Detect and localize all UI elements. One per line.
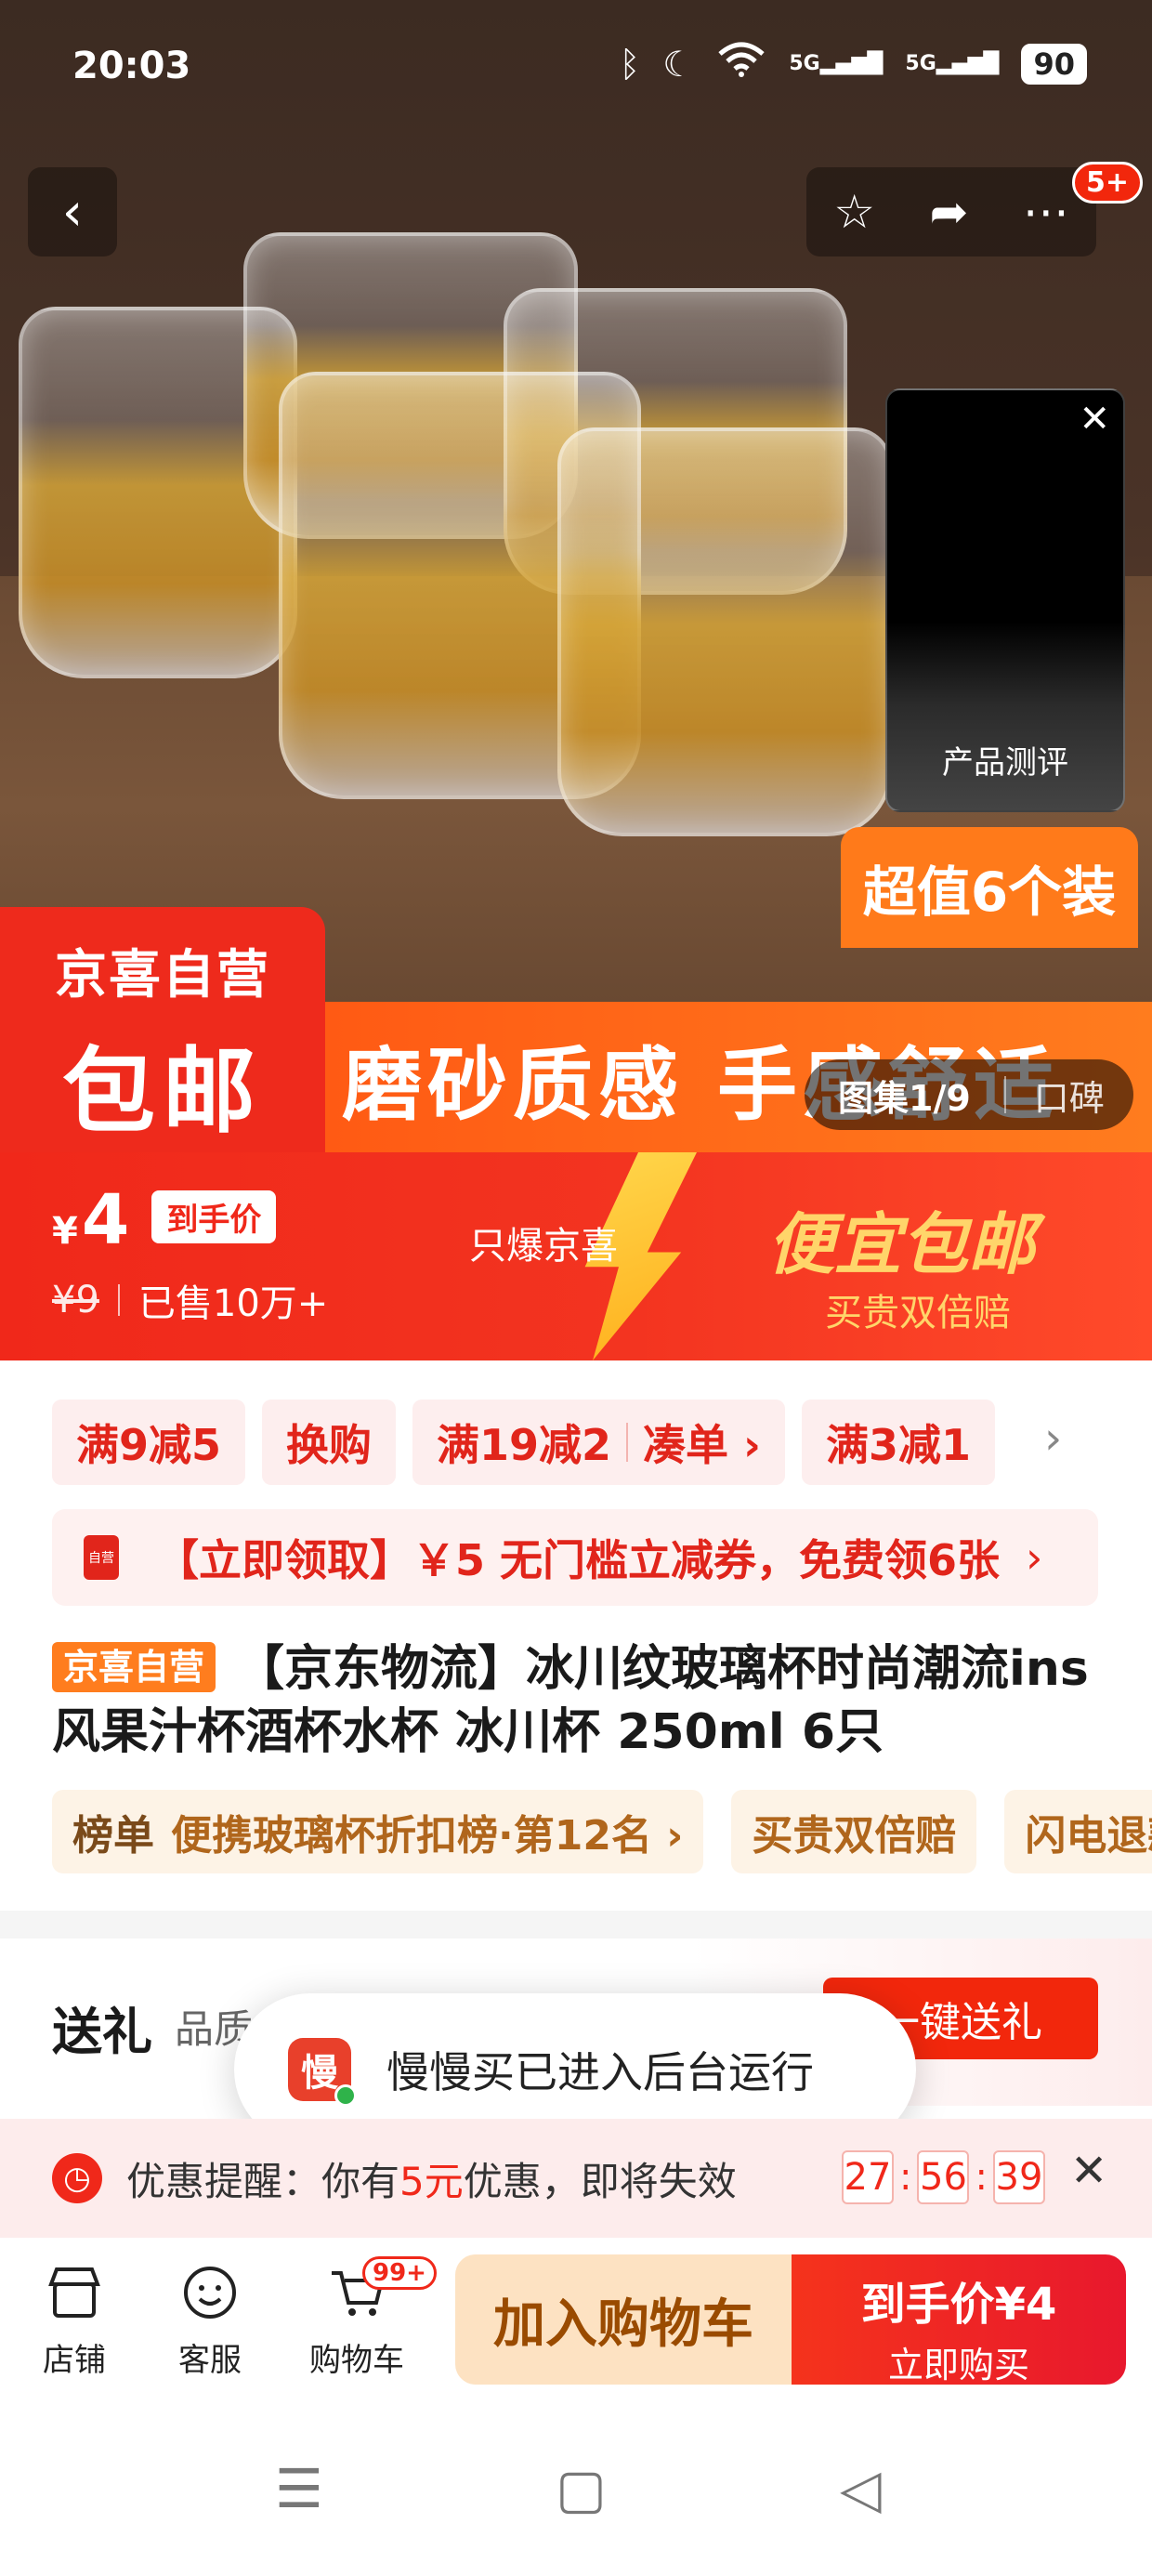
cart-label: 购物车: [309, 2342, 404, 2379]
coupon-chip[interactable]: 满9减5: [52, 1400, 246, 1485]
badge-line2: 包邮: [62, 1037, 263, 1146]
reminder-text: 优惠提醒：你有5元优惠，即将失效: [126, 2158, 737, 2204]
coupon-chip[interactable]: 满3减1: [802, 1400, 996, 1485]
more-icon[interactable]: ⋯: [1023, 185, 1069, 239]
alarm-icon: ◷: [52, 2153, 102, 2203]
currency-symbol: ¥: [52, 1210, 78, 1253]
close-icon[interactable]: ✕: [1070, 2145, 1107, 2197]
status-icons: ᛒ ☾ 5G▂▄▆█ 5G▂▄▆█ 90: [619, 41, 1087, 86]
glass-image: [557, 427, 892, 836]
service-label: 客服: [178, 2342, 242, 2379]
value-pack-tag: 超值6个装: [841, 827, 1138, 948]
gift-title: 送礼: [52, 2003, 152, 2061]
price-meta: ¥9 已售10万+: [52, 1273, 328, 1327]
badge-line1: 京喜自营: [55, 945, 270, 1005]
add-to-cart-button[interactable]: 加入购物车: [455, 2254, 792, 2385]
slogan: 便宜包邮: [767, 1205, 1036, 1283]
status-time: 20:03: [72, 45, 191, 87]
system-navigation-bar: ☰ ▢ ◁: [0, 2405, 1152, 2576]
chevron-right-icon[interactable]: ›: [1044, 1413, 1062, 1465]
guarantee-label: 买贵双倍赔: [825, 1292, 1011, 1334]
rank-prefix: 榜单: [72, 1812, 154, 1860]
original-price: ¥9: [52, 1279, 99, 1321]
cart-count-badge: 99+: [362, 2256, 437, 2290]
final-price: 4: [81, 1180, 130, 1260]
chevron-right-icon: ›: [1026, 1532, 1043, 1583]
review-video-thumbnail[interactable]: ✕ 产品测评: [885, 388, 1125, 812]
discount-reminder[interactable]: ◷ 优惠提醒：你有5元优惠，即将失效 27 : 56 : 39 ✕: [0, 2119, 1152, 2238]
coupon-label: 满9减5: [76, 1420, 222, 1470]
product-page: 20:03 ᛒ ☾ 5G▂▄▆█ 5G▂▄▆█ 90 ‹ ☆ ➦ ⋯ 5+ ✕ …: [0, 0, 1152, 2576]
rank-row: 榜单 便携玻璃杯折扣榜·第12名 › 买贵双倍赔 闪电退款: [52, 1790, 1152, 1873]
tab-reviews[interactable]: 口碑: [1006, 1070, 1105, 1121]
star-icon[interactable]: ☆: [833, 185, 875, 239]
moon-icon: ☾: [662, 43, 695, 85]
toast-text: 慢慢买已进入后台运行: [386, 2047, 814, 2097]
header-actions: ☆ ➦ ⋯: [806, 167, 1096, 256]
customer-service-button[interactable]: 客服: [154, 2262, 266, 2380]
countdown-timer: 27 : 56 : 39: [842, 2150, 1045, 2204]
coupon-label: 满3减1: [826, 1420, 972, 1470]
coupon-label: 满19减2: [437, 1420, 612, 1470]
notification-badge: 5+: [1071, 162, 1143, 204]
share-icon[interactable]: ➦: [929, 185, 968, 239]
section-divider: [0, 1911, 1152, 1939]
coupon-chip[interactable]: 换购: [262, 1400, 397, 1485]
coupon-action[interactable]: 凑单 ›: [643, 1412, 761, 1473]
shop-label: 店铺: [43, 2342, 106, 2379]
final-price-label: 到手价: [151, 1190, 277, 1243]
cart-button[interactable]: 99+ 购物车: [301, 2256, 437, 2380]
coupon-chip[interactable]: 满19减2 凑单 ›: [412, 1400, 786, 1485]
reminder-amount: 5元: [399, 2158, 464, 2204]
store-icon: [19, 2262, 130, 2331]
countdown-minutes: 56: [917, 2150, 970, 2204]
back-button[interactable]: ‹: [28, 167, 117, 256]
voucher-text: 【立即领取】￥5 无门槛立减券，免费领6张: [156, 1535, 1001, 1585]
channel-label: 只爆京喜: [469, 1225, 618, 1268]
rank-label: 便携玻璃杯折扣榜·第12名 ›: [171, 1812, 684, 1860]
menu-icon[interactable]: ☰: [275, 2457, 323, 2520]
chevron-left-icon: ‹: [61, 181, 84, 243]
guarantee-chip[interactable]: 买贵双倍赔: [731, 1790, 977, 1873]
home-icon[interactable]: ▢: [556, 2457, 607, 2520]
back-triangle-icon[interactable]: ◁: [840, 2457, 882, 2520]
price-row: ¥ 4 到手价: [52, 1180, 277, 1260]
chat-smile-icon: [154, 2262, 266, 2331]
coupon-icon: 自营: [84, 1535, 119, 1580]
coupon-label: 换购: [286, 1420, 373, 1470]
wifi-icon: [716, 41, 766, 86]
voucher-banner[interactable]: 自营 【立即领取】￥5 无门槛立减券，免费领6张 ›: [52, 1509, 1098, 1606]
product-hero-image[interactable]: 20:03 ᛒ ☾ 5G▂▄▆█ 5G▂▄▆█ 90 ‹ ☆ ➦ ⋯ 5+ ✕ …: [0, 0, 1152, 1152]
price-banner: ¥ 4 到手价 ¥9 已售10万+ 只爆京喜 便宜包邮 买贵双倍赔: [0, 1152, 1152, 1360]
coupon-row: 满9减5 换购 满19减2 凑单 › 满3减1: [52, 1400, 996, 1485]
sold-count: 已售10万+: [137, 1282, 329, 1325]
divider: [626, 1423, 629, 1462]
refund-chip[interactable]: 闪电退款: [1004, 1790, 1152, 1873]
gallery-counter[interactable]: 图集1/9: [805, 1070, 1004, 1121]
rank-chip[interactable]: 榜单 便携玻璃杯折扣榜·第12名 ›: [52, 1790, 704, 1873]
buy-price-label: 到手价¥4: [860, 2279, 1057, 2331]
buy-now-button[interactable]: 到手价¥4 立即购买: [792, 2254, 1126, 2385]
battery-icon: 90: [1021, 43, 1087, 85]
rank-label: 买贵双倍赔: [752, 1812, 957, 1860]
review-video-label: 产品测评: [942, 744, 1068, 782]
countdown-hours: 27: [842, 2150, 894, 2204]
signal-icon: 5G▂▄▆█: [789, 52, 884, 75]
gallery-switcher[interactable]: 图集1/9 口碑: [805, 1059, 1133, 1130]
bluetooth-icon: ᛒ: [619, 43, 641, 85]
close-icon[interactable]: ✕: [1079, 398, 1110, 440]
app-icon: 慢: [288, 2038, 357, 2107]
countdown-seconds: 39: [992, 2150, 1045, 2204]
buy-now-label: 立即购买: [887, 2345, 1029, 2385]
bottom-action-bar: 店铺 客服 99+ 购物车 加入购物车 到手价¥4 立即购买: [0, 2238, 1152, 2405]
shop-button[interactable]: 店铺: [19, 2262, 130, 2380]
product-title: 京喜自营 【京东物流】冰川纹玻璃杯时尚潮流ins风果汁杯酒杯水杯 冰川杯 250m…: [52, 1637, 1102, 1764]
signal-icon: 5G▂▄▆█: [905, 52, 1000, 75]
rank-label: 闪电退款: [1025, 1812, 1152, 1860]
status-bar: 20:03 ᛒ ☾ 5G▂▄▆█ 5G▂▄▆█ 90: [0, 0, 1152, 139]
jingxi-badge: 京喜自营 包邮: [0, 907, 325, 1152]
divider: [117, 1284, 120, 1316]
self-operated-tag: 京喜自营: [52, 1642, 216, 1692]
